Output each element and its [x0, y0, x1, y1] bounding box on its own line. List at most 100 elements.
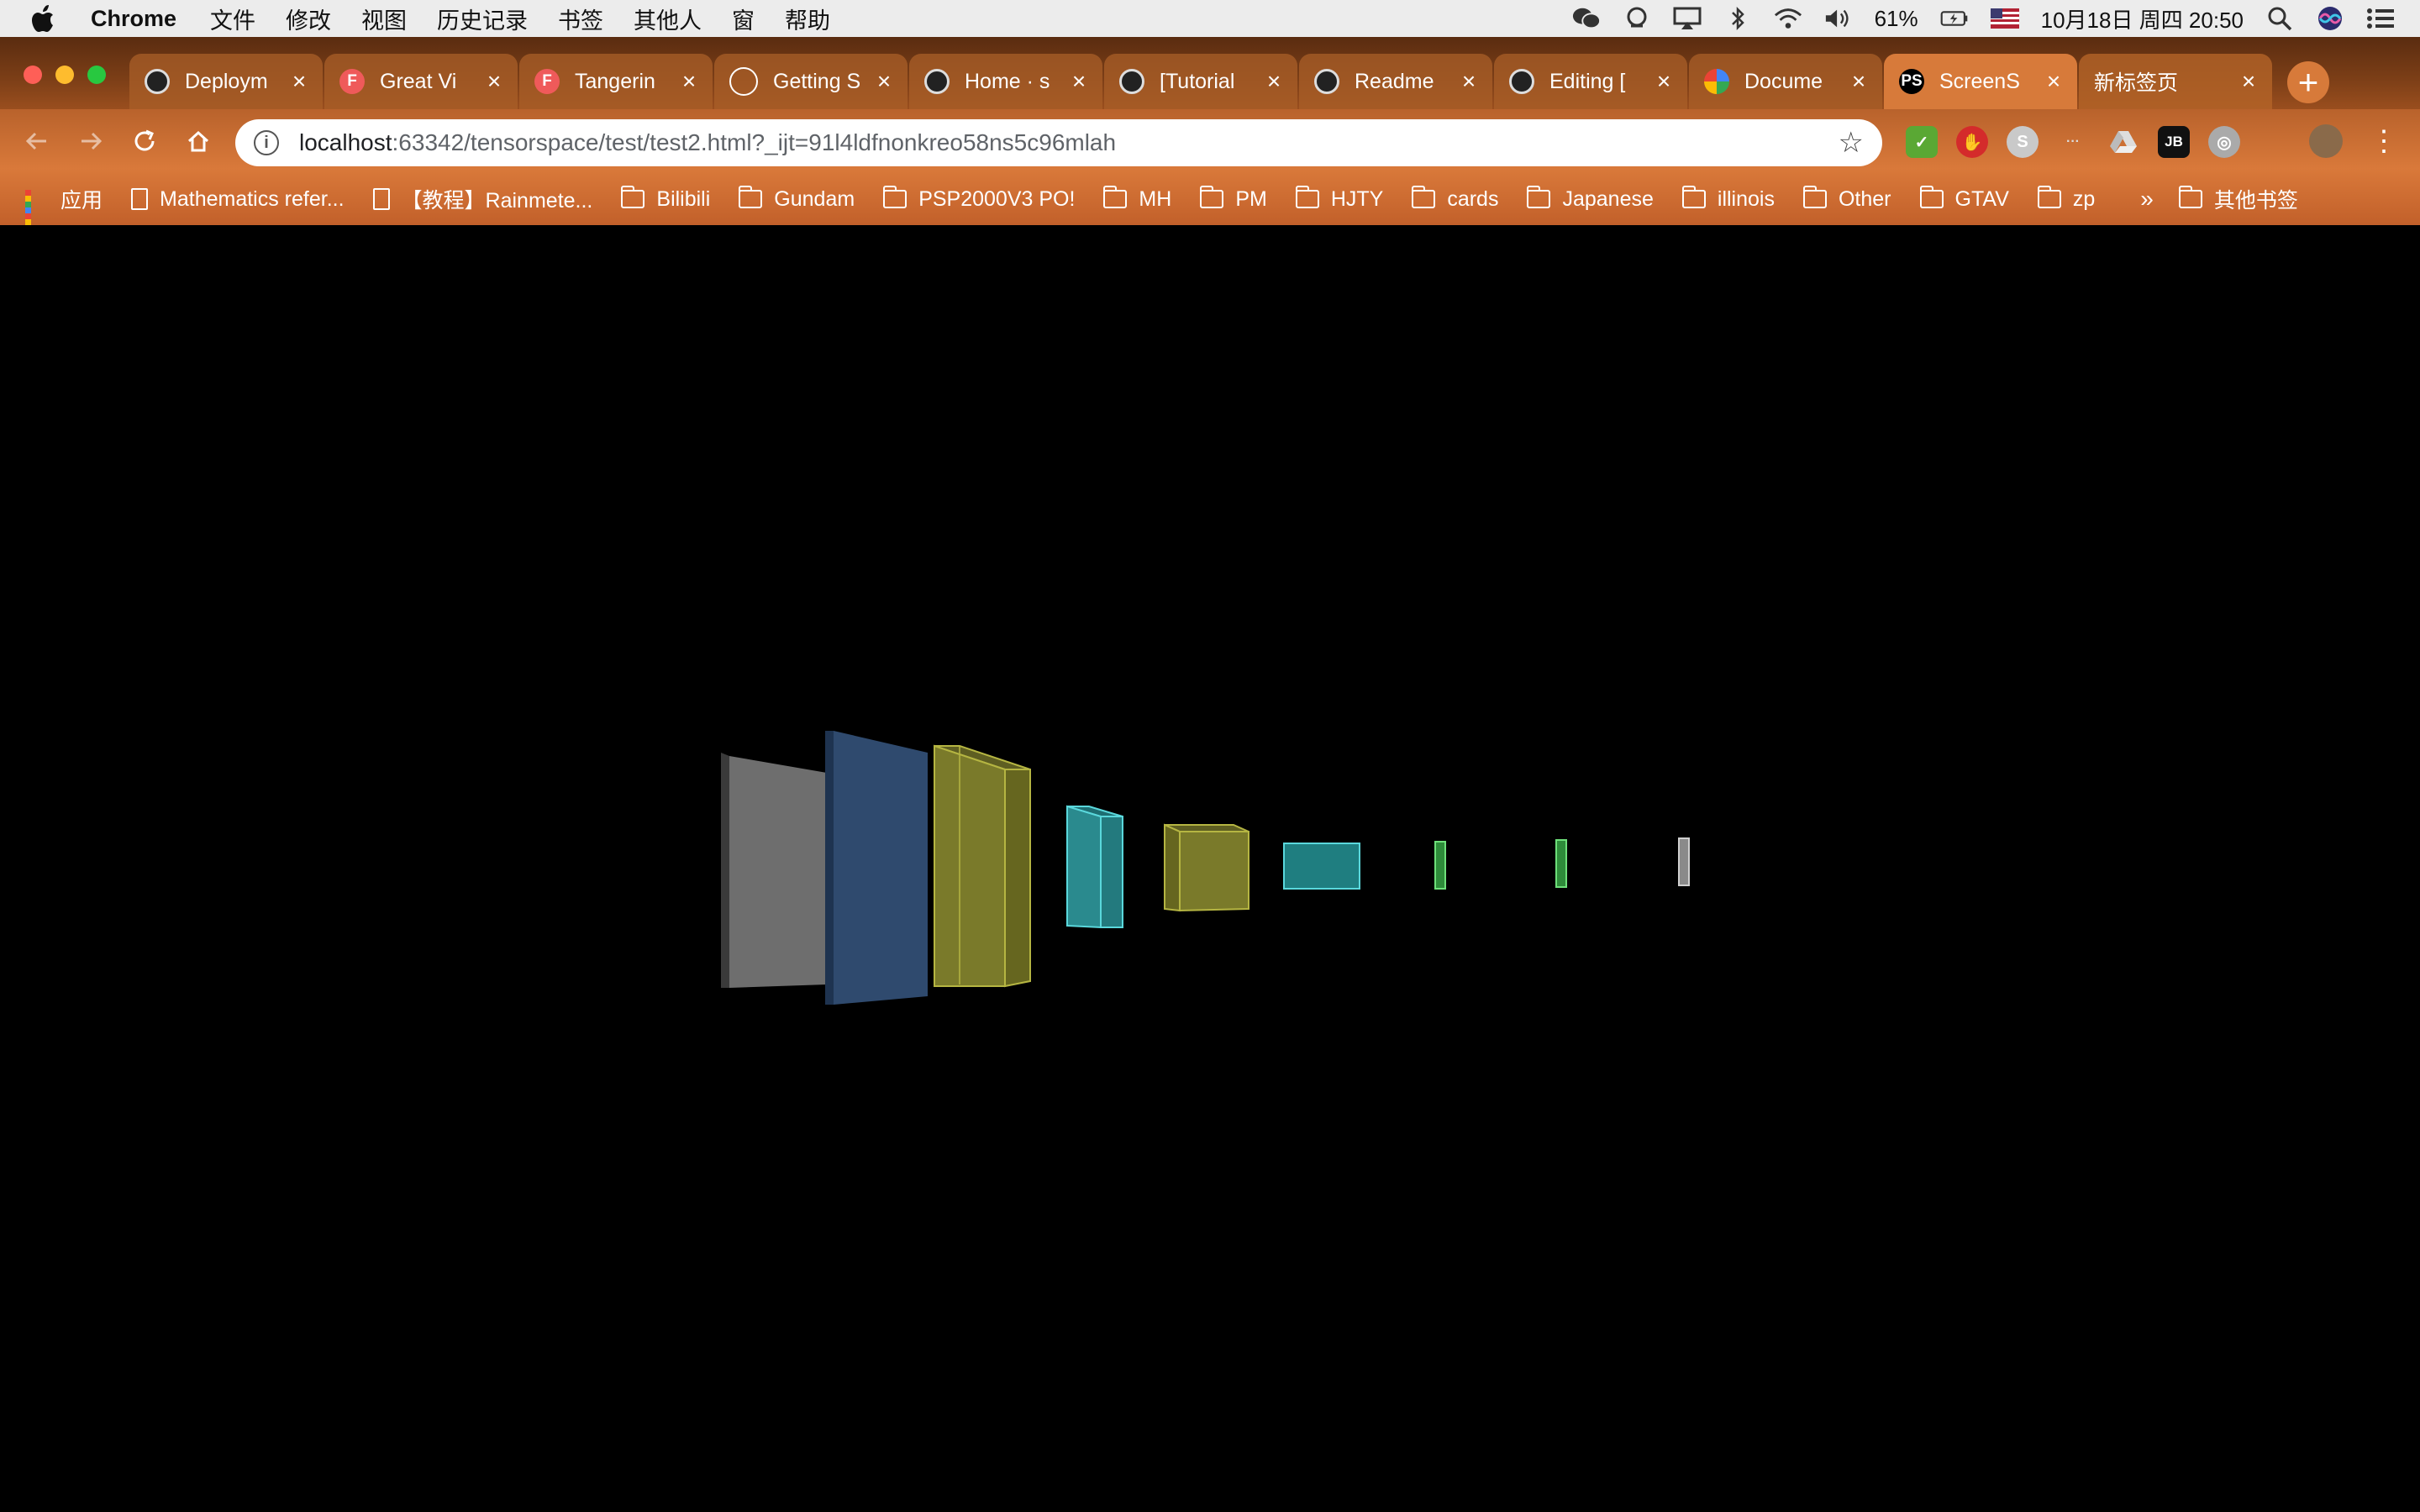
airplay-icon[interactable]: [1673, 6, 1702, 31]
address-bar[interactable]: i localhost:63342/tensorspace/test/test2…: [235, 119, 1882, 166]
close-window-button[interactable]: [24, 66, 42, 84]
menu-view[interactable]: 视图: [361, 3, 407, 35]
conv-layer-2[interactable]: [934, 744, 1031, 988]
menu-window[interactable]: 窗: [732, 3, 755, 35]
close-tab-icon[interactable]: ×: [287, 68, 311, 95]
bookmark-folder[interactable]: zp: [2037, 186, 2095, 212]
close-tab-icon[interactable]: ×: [677, 68, 701, 95]
app-menu-chrome[interactable]: Chrome: [91, 6, 176, 32]
battery-charging-icon[interactable]: [1940, 6, 1969, 31]
home-button[interactable]: [182, 124, 215, 158]
reload-button[interactable]: [128, 124, 161, 158]
tab-tangerine[interactable]: F Tangerin ×: [519, 54, 713, 109]
tensorspace-3d-canvas[interactable]: [0, 225, 2420, 1512]
close-tab-icon[interactable]: ×: [1652, 68, 1676, 95]
tab-strip: Deploym × F Great Vi × F Tangerin × Gett…: [0, 37, 2420, 109]
bookmark-folder[interactable]: Gundam: [739, 186, 855, 212]
bookmark-folder[interactable]: cards: [1412, 186, 1498, 212]
bookmark-folder[interactable]: HJTY: [1295, 186, 1383, 212]
close-tab-icon[interactable]: ×: [1457, 68, 1481, 95]
conv-layer-1[interactable]: [825, 731, 928, 1005]
s-extension-icon[interactable]: S: [2007, 126, 2039, 158]
input-layer[interactable]: [721, 753, 827, 988]
circle-extension-icon[interactable]: ◎: [2208, 126, 2240, 158]
menubar-clock[interactable]: 10月18日 周四 20:50: [2041, 3, 2244, 34]
tab-getting-started[interactable]: Getting S ×: [714, 54, 908, 109]
close-tab-icon[interactable]: ×: [1262, 68, 1286, 95]
tab-new-tab-page[interactable]: 新标签页 ×: [2079, 54, 2272, 109]
tab-great-vibes[interactable]: F Great Vi ×: [324, 54, 518, 109]
wechat-icon[interactable]: [1572, 6, 1601, 31]
conv-layer-3[interactable]: [1164, 823, 1249, 912]
fullscreen-window-button[interactable]: [87, 66, 106, 84]
bookmark-folder[interactable]: GTAV: [1919, 186, 2009, 212]
menu-people[interactable]: 其他人: [634, 3, 702, 35]
page-viewport[interactable]: [0, 225, 2420, 1512]
pool-layer-2[interactable]: [1283, 843, 1360, 890]
folder-icon: [2037, 186, 2061, 208]
tab-readme[interactable]: Readme ×: [1299, 54, 1492, 109]
qq-icon[interactable]: [1623, 6, 1651, 31]
dense-layer-2[interactable]: [1555, 839, 1567, 888]
tab-deployment[interactable]: Deploym ×: [129, 54, 323, 109]
close-tab-icon[interactable]: ×: [2042, 68, 2065, 95]
bookmarks-overflow-chevron[interactable]: »: [2140, 186, 2154, 213]
bookmark-folder[interactable]: Other: [1802, 186, 1891, 212]
checkmark-extension-icon[interactable]: ✓: [1906, 126, 1938, 158]
bookmark-folder[interactable]: Japanese: [1527, 186, 1654, 212]
bluetooth-icon[interactable]: [1723, 6, 1752, 31]
profile-avatar[interactable]: [2309, 124, 2343, 158]
bookmark-folder[interactable]: Bilibili: [621, 186, 710, 212]
close-tab-icon[interactable]: ×: [1847, 68, 1870, 95]
tab-screenshot-active[interactable]: PS ScreenS ×: [1884, 54, 2077, 109]
output-layer[interactable]: [1678, 837, 1690, 886]
close-tab-icon[interactable]: ×: [2237, 68, 2260, 95]
minimize-window-button[interactable]: [55, 66, 74, 84]
spotlight-search-icon[interactable]: [2265, 6, 2294, 31]
github-icon: [924, 69, 950, 94]
bookmark-label: MH: [1139, 186, 1172, 211]
wifi-icon[interactable]: [1774, 6, 1802, 31]
close-tab-icon[interactable]: ×: [872, 68, 896, 95]
site-info-icon[interactable]: i: [254, 130, 279, 155]
menu-history[interactable]: 历史记录: [437, 3, 528, 35]
bookmark-item[interactable]: 【教程】Rainmete...: [372, 184, 592, 214]
bookmark-folder[interactable]: PM: [1200, 186, 1267, 212]
folder-icon: [1802, 186, 1827, 208]
bookmark-folder[interactable]: PSP2000V3 PO!: [883, 186, 1075, 212]
close-tab-icon[interactable]: ×: [1067, 68, 1091, 95]
bookmark-star-icon[interactable]: ☆: [1839, 126, 1864, 160]
adblock-extension-icon[interactable]: ✋: [1956, 126, 1988, 158]
us-flag-icon[interactable]: [1990, 6, 2019, 31]
other-bookmarks-folder[interactable]: 其他书签: [2178, 184, 2298, 214]
tab-tutorial[interactable]: [Tutorial ×: [1104, 54, 1297, 109]
back-button[interactable]: [20, 124, 54, 158]
menu-bookmarks[interactable]: 书签: [558, 3, 603, 35]
bookmark-item[interactable]: Mathematics refer...: [131, 187, 345, 212]
pool-layer-1[interactable]: [1066, 805, 1123, 929]
tab-editing[interactable]: Editing [ ×: [1494, 54, 1687, 109]
notification-center-icon[interactable]: [2366, 6, 2395, 31]
bookmark-apps[interactable]: 应用: [25, 184, 103, 243]
bookmark-folder[interactable]: MH: [1103, 186, 1172, 212]
volume-icon[interactable]: [1824, 6, 1853, 31]
tab-documents[interactable]: Docume ×: [1689, 54, 1882, 109]
apple-icon[interactable]: [32, 4, 66, 33]
dense-layer-1[interactable]: [1434, 841, 1446, 890]
jetbrains-icon[interactable]: JB: [2158, 126, 2190, 158]
menu-file[interactable]: 文件: [210, 3, 255, 35]
siri-icon[interactable]: [2316, 6, 2344, 31]
dotted-extension-icon[interactable]: ···: [2057, 126, 2089, 158]
menu-edit[interactable]: 修改: [286, 3, 331, 35]
macos-menu-bar: Chrome 文件 修改 视图 历史记录 书签 其他人 窗 帮助 61% 10月…: [0, 0, 2420, 37]
forward-button[interactable]: [74, 124, 108, 158]
bookmark-folder[interactable]: illinois: [1681, 186, 1775, 212]
arrow-right-icon: [82, 132, 103, 150]
new-tab-button[interactable]: +: [2287, 61, 2329, 103]
close-tab-icon[interactable]: ×: [482, 68, 506, 95]
google-drive-icon[interactable]: [2107, 126, 2139, 158]
chrome-menu-icon[interactable]: ⋮: [2370, 124, 2398, 158]
tab-home[interactable]: Home · s ×: [909, 54, 1102, 109]
extension-icons: ✓ ✋ S ··· JB ◎: [1906, 126, 2240, 158]
menu-help[interactable]: 帮助: [785, 3, 830, 35]
